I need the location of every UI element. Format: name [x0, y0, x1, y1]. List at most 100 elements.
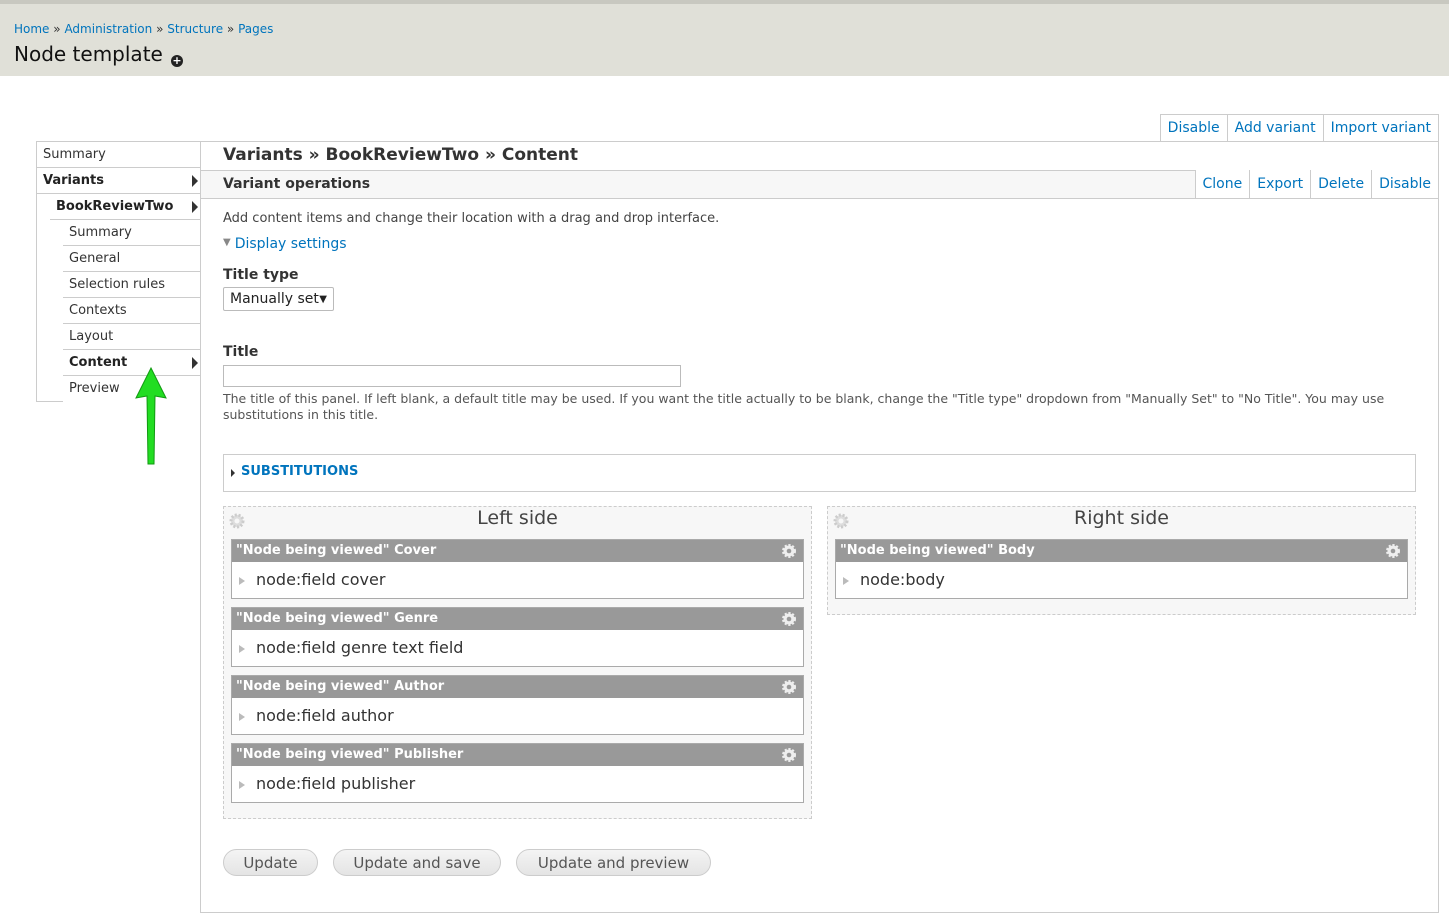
- pane-title: "Node being viewed" Publisher: [236, 747, 464, 762]
- content-description: Add content items and change their locat…: [223, 211, 720, 226]
- import-variant-button[interactable]: Import variant: [1322, 115, 1438, 141]
- nav-item-variant-summary[interactable]: Summary: [63, 220, 200, 246]
- nav-item-layout[interactable]: Layout: [63, 324, 200, 350]
- add-variant-button[interactable]: Add variant: [1226, 115, 1323, 141]
- triangle-right-icon: [843, 577, 849, 585]
- region-title: Right side: [1074, 507, 1169, 529]
- nav-item-label: Content: [69, 355, 128, 370]
- triangle-right-icon: [239, 577, 245, 585]
- annotation-arrow-icon: [135, 366, 167, 465]
- pane-body: node:field genre text field: [232, 630, 803, 666]
- pane-body: node:field author: [232, 698, 803, 734]
- add-shortcut-icon[interactable]: +: [171, 55, 183, 67]
- pane-header[interactable]: "Node being viewed" Cover: [232, 540, 803, 562]
- pane-title: "Node being viewed" Cover: [236, 543, 437, 558]
- content-pane[interactable]: "Node being viewed" Cover node:field cov…: [231, 539, 804, 599]
- pane-content: node:field author: [256, 706, 394, 725]
- variant-operations-label: Variant operations: [223, 176, 371, 192]
- content-pane[interactable]: "Node being viewed" Genre node:field gen…: [231, 607, 804, 667]
- disable-page-button[interactable]: Disable: [1160, 115, 1227, 141]
- content-pane[interactable]: "Node being viewed" Body node:body: [835, 539, 1408, 599]
- caret-down-icon: ▼: [319, 294, 327, 305]
- variant-actions: Clone Export Delete Disable: [1194, 170, 1438, 198]
- pane-content: node:field genre text field: [256, 638, 464, 657]
- title-input[interactable]: [223, 365, 681, 387]
- nav-item-selection-rules[interactable]: Selection rules: [63, 272, 200, 298]
- title-help-text: The title of this panel. If left blank, …: [223, 391, 1385, 422]
- triangle-right-icon: [239, 645, 245, 653]
- gear-icon[interactable]: [781, 611, 797, 627]
- triangle-right-icon: [231, 469, 235, 477]
- nav-item-contexts[interactable]: Contexts: [63, 298, 200, 324]
- nav-item-label: General: [69, 251, 121, 266]
- title-type-value: Manually set: [230, 291, 319, 307]
- region-left-side: Left side "Node being viewed" Cover node…: [223, 506, 812, 819]
- pane-body: node:field publisher: [232, 766, 803, 802]
- export-button[interactable]: Export: [1249, 170, 1311, 198]
- nav-item-label: Summary: [69, 225, 132, 240]
- breadcrumb-separator: »: [156, 22, 164, 36]
- nav-item-bookreviewtwo[interactable]: BookReviewTwo: [50, 194, 200, 220]
- pane-header[interactable]: "Node being viewed" Body: [836, 540, 1407, 562]
- breadcrumb-home[interactable]: Home: [14, 22, 49, 36]
- title-type-select[interactable]: Manually set ▼: [223, 287, 334, 311]
- pane-body: node:field cover: [232, 562, 803, 598]
- pane-title: "Node being viewed" Genre: [236, 611, 439, 626]
- nav-item-label: Summary: [43, 147, 106, 162]
- delete-button[interactable]: Delete: [1310, 170, 1372, 198]
- variant-operations-bar: Variant operations Clone Export Delete D…: [201, 170, 1438, 199]
- nav-item-variants[interactable]: Variants: [37, 168, 200, 194]
- nav-item-summary[interactable]: Summary: [37, 142, 200, 168]
- breadcrumb: Home » Administration » Structure » Page…: [14, 22, 273, 36]
- gear-icon[interactable]: [781, 543, 797, 559]
- gear-icon[interactable]: [1385, 543, 1401, 559]
- nav-item-label: Variants: [43, 173, 104, 188]
- region-right-side: Right side "Node being viewed" Body node…: [827, 506, 1416, 615]
- nav-item-content[interactable]: Content: [63, 350, 200, 376]
- disable-variant-button[interactable]: Disable: [1371, 170, 1438, 198]
- region-title: Left side: [477, 507, 558, 529]
- page-title: Node template: [14, 42, 163, 66]
- page-actions: Disable Add variant Import variant: [1159, 114, 1439, 142]
- title-label: Title: [223, 344, 259, 360]
- update-button[interactable]: Update: [223, 849, 318, 876]
- display-settings-label: Display settings: [234, 236, 347, 252]
- update-and-preview-button[interactable]: Update and preview: [516, 849, 711, 876]
- arrow-right-icon: [192, 357, 198, 369]
- substitutions-label: SUBSTITUTIONS: [241, 464, 359, 479]
- pane-title: "Node being viewed" Author: [236, 679, 445, 694]
- nav-item-preview[interactable]: Preview: [63, 376, 200, 402]
- title-type-label: Title type: [223, 267, 299, 283]
- left-navigation: Summary Variants BookReviewTwo Summary G…: [36, 141, 201, 402]
- breadcrumb-administration[interactable]: Administration: [64, 22, 152, 36]
- pane-content: node:body: [860, 570, 945, 589]
- nav-item-label: Contexts: [69, 303, 127, 318]
- pane-header[interactable]: "Node being viewed" Author: [232, 676, 803, 698]
- pane-content: node:field cover: [256, 570, 386, 589]
- arrow-right-icon: [192, 201, 198, 213]
- substitutions-fieldset[interactable]: SUBSTITUTIONS: [223, 454, 1416, 492]
- nav-item-label: Selection rules: [69, 277, 166, 292]
- gear-icon[interactable]: [781, 747, 797, 763]
- main-panel: Variants » BookReviewTwo » Content Varia…: [200, 141, 1439, 913]
- pane-body: node:body: [836, 562, 1407, 598]
- gear-icon[interactable]: [781, 679, 797, 695]
- pane-header[interactable]: "Node being viewed" Publisher: [232, 744, 803, 766]
- panel-title: Variants » BookReviewTwo » Content: [223, 145, 579, 165]
- breadcrumb-pages[interactable]: Pages: [238, 22, 273, 36]
- breadcrumb-structure[interactable]: Structure: [167, 22, 223, 36]
- breadcrumb-separator: »: [53, 22, 61, 36]
- nav-item-label: Preview: [69, 381, 120, 396]
- arrow-right-icon: [192, 175, 198, 187]
- update-and-save-button[interactable]: Update and save: [333, 849, 501, 876]
- nav-item-general[interactable]: General: [63, 246, 200, 272]
- content-pane[interactable]: "Node being viewed" Publisher node:field…: [231, 743, 804, 803]
- page-header: Home » Administration » Structure » Page…: [0, 0, 1449, 76]
- breadcrumb-separator: »: [226, 22, 235, 36]
- clone-button[interactable]: Clone: [1195, 170, 1250, 198]
- display-settings-toggle[interactable]: ▼ Display settings: [223, 236, 347, 252]
- triangle-right-icon: [239, 781, 245, 789]
- nav-item-label: Layout: [69, 329, 114, 344]
- content-pane[interactable]: "Node being viewed" Author node:field au…: [231, 675, 804, 735]
- pane-header[interactable]: "Node being viewed" Genre: [232, 608, 803, 630]
